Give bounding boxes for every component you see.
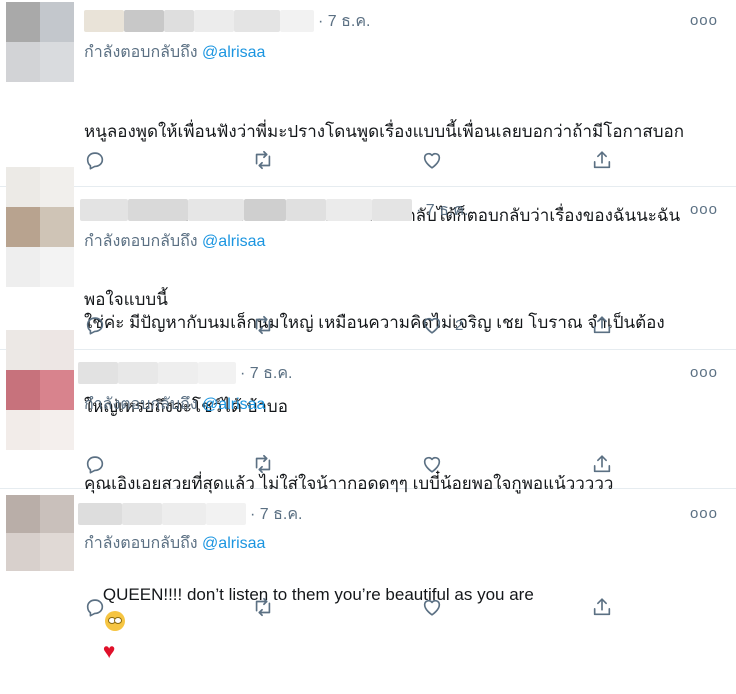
retweet-icon [255, 315, 271, 335]
replying-handle-link[interactable]: @alrisaa [202, 233, 265, 250]
like-button[interactable] [421, 595, 455, 619]
reply-icon [86, 599, 104, 617]
tweet-date[interactable]: · 7 ธ.ค. [240, 361, 292, 386]
replying-handle-link[interactable]: @alrisaa [202, 44, 265, 61]
retweet-button[interactable] [252, 452, 274, 476]
replying-handle-link[interactable]: @alrisaa [202, 535, 265, 552]
reply-icon [86, 317, 104, 335]
avatar[interactable] [6, 167, 74, 287]
share-button[interactable] [591, 595, 613, 619]
reply-tweet[interactable]: · 7 ธ.ค. ooo กำลังตอบกลับถึง @alrisaa QU… [0, 489, 736, 663]
more-options-button[interactable]: ooo [690, 505, 718, 522]
blurred-username[interactable] [78, 503, 122, 525]
blurred-username[interactable] [78, 362, 118, 384]
tweet-actions [84, 452, 624, 476]
retweet-button[interactable] [252, 148, 274, 172]
reply-button[interactable] [84, 595, 106, 619]
share-button[interactable] [591, 313, 613, 337]
tweet-date[interactable]: · 7 ธ.ค. [416, 198, 468, 223]
heart-icon [423, 317, 441, 334]
share-button[interactable] [591, 148, 613, 172]
more-options-button[interactable]: ooo [690, 12, 718, 29]
red-heart-icon: ♥ [102, 640, 116, 663]
retweet-button[interactable] [252, 313, 274, 337]
retweet-icon [255, 150, 271, 170]
retweet-icon [255, 597, 271, 617]
avatar[interactable] [6, 330, 74, 450]
reply-tweet[interactable]: · 7 ธ.ค. ooo กำลังตอบกลับถึง @alrisaa หน… [0, 0, 736, 309]
tweet-header: · 7 ธ.ค. [78, 503, 302, 525]
reply-button[interactable] [84, 313, 106, 337]
like-count: 2 [455, 316, 464, 334]
retweet-icon [255, 454, 271, 474]
reply-icon [86, 456, 104, 474]
more-options-button[interactable]: ooo [690, 201, 718, 218]
heart-icon [423, 599, 441, 616]
share-icon [593, 151, 611, 169]
retweet-button[interactable] [252, 595, 274, 619]
tweet-date[interactable]: · 7 ธ.ค. [250, 502, 302, 527]
blurred-username[interactable] [84, 10, 124, 32]
tweet-actions [84, 148, 624, 172]
tweet-text: QUEEN!!!! don’t listen to them you’re be… [102, 585, 534, 663]
replying-to: กำลังตอบกลับถึง @alrisaa [84, 233, 266, 250]
share-icon [593, 455, 611, 473]
avatar[interactable] [6, 495, 74, 571]
reply-icon [86, 152, 104, 170]
replying-handle-link[interactable]: @alrisaa [202, 396, 265, 413]
reply-tweet[interactable]: · 7 ธ.ค. ooo กำลังตอบกลับถึง @alrisaa ใช… [0, 167, 736, 416]
blurred-username[interactable] [80, 199, 128, 221]
like-button[interactable]: 2 [421, 313, 463, 337]
avatar[interactable] [6, 2, 74, 82]
tweet-header: · 7 ธ.ค. [84, 10, 370, 32]
reply-button[interactable] [84, 452, 106, 476]
heart-icon [423, 456, 441, 473]
share-icon [593, 316, 611, 334]
tweet-actions [84, 595, 624, 619]
like-button[interactable] [421, 452, 455, 476]
more-options-button[interactable]: ooo [690, 364, 718, 381]
share-button[interactable] [591, 452, 613, 476]
tweet-date[interactable]: · 7 ธ.ค. [318, 9, 370, 34]
heart-icon [423, 152, 441, 169]
reply-button[interactable] [84, 148, 106, 172]
tweet-actions: 2 [84, 313, 624, 337]
tweet-header: · 7 ธ.ค. [78, 362, 292, 384]
like-button[interactable] [421, 148, 455, 172]
reply-tweet[interactable]: · 7 ธ.ค. ooo กำลังตอบกลับถึง @alrisaa คุ… [0, 330, 736, 493]
tweet-header: · 7 ธ.ค. [80, 199, 468, 221]
share-icon [593, 598, 611, 616]
